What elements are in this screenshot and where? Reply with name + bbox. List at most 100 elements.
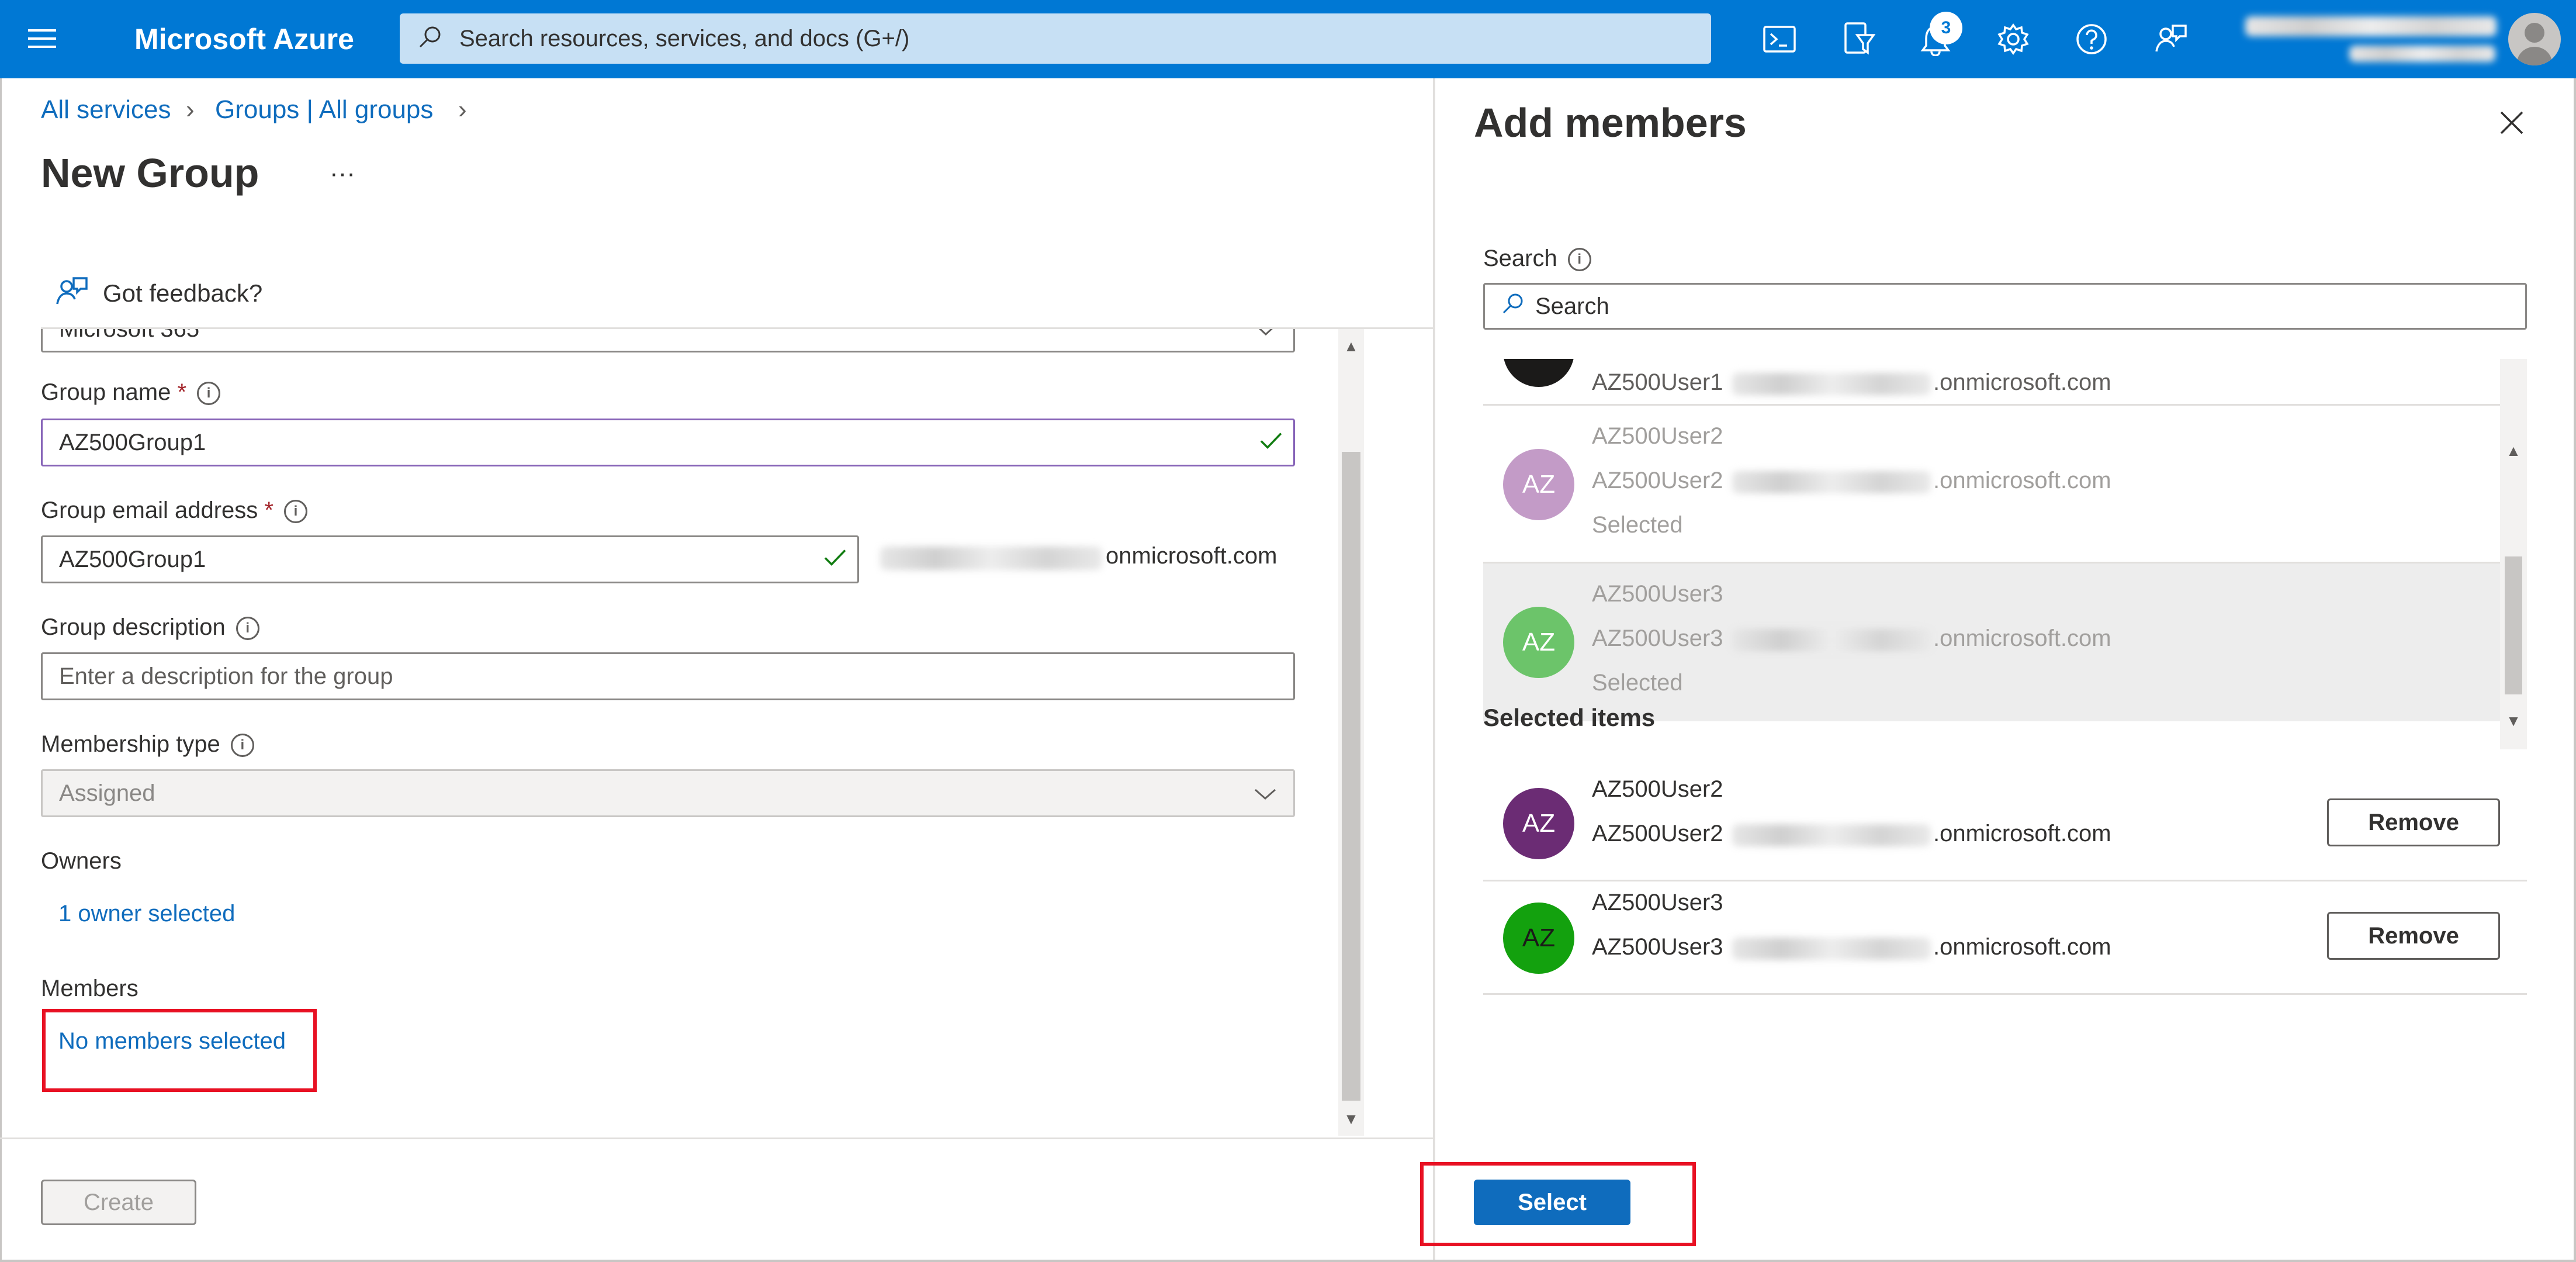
- user-email-domain: .onmicrosoft.com: [1933, 369, 2111, 395]
- notification-badge: 3: [1930, 12, 1962, 44]
- valid-check-icon: [1259, 430, 1283, 456]
- info-icon: i: [284, 500, 307, 524]
- bottom-border: [0, 1260, 2576, 1262]
- members-label: Members: [41, 976, 139, 1001]
- search-icon: [417, 25, 443, 53]
- user-name: AZ500User3: [1592, 581, 1723, 607]
- scroll-thumb[interactable]: [1342, 452, 1360, 1101]
- avatar: [1503, 359, 1574, 387]
- breadcrumb-separator-icon: ›: [458, 95, 467, 124]
- chevron-down-icon: [1255, 329, 1277, 343]
- list-item[interactable]: AZ AZ500User3 AZ500User3 .onmicrosoft.co…: [1483, 563, 2500, 721]
- search-label: Search i: [1483, 246, 1591, 272]
- more-options-button[interactable]: ···: [330, 159, 355, 188]
- group-email-input[interactable]: AZ500Group1: [41, 535, 859, 583]
- info-icon: i: [230, 734, 254, 758]
- feedback-icon[interactable]: [54, 275, 89, 312]
- info-icon: i: [197, 382, 221, 406]
- breadcrumb-separator-icon: ›: [186, 95, 195, 124]
- membership-type-dropdown[interactable]: Assigned: [41, 769, 1295, 817]
- avatar: AZ: [1503, 607, 1574, 678]
- page-title: New Group: [41, 150, 259, 196]
- owners-link[interactable]: 1 owner selected: [58, 901, 235, 927]
- membership-type-label: Membership type i: [41, 731, 254, 758]
- add-members-panel: Add members Search i Search AZ500User1 .o…: [1433, 78, 2576, 1262]
- help-icon[interactable]: [2075, 22, 2108, 56]
- owners-label: Owners: [41, 848, 122, 874]
- close-icon[interactable]: [2498, 109, 2526, 140]
- group-description-input[interactable]: Enter a description for the group: [41, 652, 1295, 700]
- select-highlight: [1420, 1162, 1696, 1246]
- selected-status: Selected: [1592, 670, 1683, 696]
- avatar: AZ: [1503, 788, 1574, 859]
- scroll-down-icon[interactable]: ▼: [1338, 1110, 1364, 1128]
- user-email-domain: .onmicrosoft.com: [1933, 625, 2111, 651]
- group-type-value: Microsoft 365: [59, 329, 199, 343]
- remove-user2-button[interactable]: Remove: [2327, 798, 2500, 846]
- list-item[interactable]: AZ AZ500User2 AZ500User2 .onmicrosoft.co…: [1483, 406, 2500, 563]
- panel-title: Add members: [1474, 100, 1747, 146]
- user-email-domain: .onmicrosoft.com: [1933, 934, 2111, 960]
- results-scrollbar[interactable]: ▲ ▼: [2500, 359, 2527, 749]
- scroll-up-icon[interactable]: ▲: [1338, 337, 1364, 355]
- scroll-thumb[interactable]: [2505, 556, 2522, 694]
- email-blurred: [1732, 471, 1931, 493]
- members-highlight: [42, 1009, 317, 1092]
- top-bar: Microsoft Azure Search resources, servic…: [0, 0, 2576, 78]
- remove-user3-button[interactable]: Remove: [2327, 912, 2500, 960]
- info-icon: i: [236, 617, 259, 641]
- global-search[interactable]: Search resources, services, and docs (G+…: [400, 13, 1711, 64]
- selected-items-title: Selected items: [1483, 704, 1656, 731]
- group-type-dropdown[interactable]: Microsoft 365: [41, 329, 1295, 352]
- search-icon: [1501, 292, 1525, 321]
- group-name-label: Group name * i: [41, 379, 221, 406]
- info-icon: i: [1567, 248, 1591, 272]
- group-name-input[interactable]: AZ500Group1: [41, 419, 1295, 466]
- user-email-prefix: AZ500User3: [1592, 934, 1723, 960]
- group-email-label: Group email address * i: [41, 497, 307, 524]
- user-email-prefix: AZ500User1: [1592, 369, 1723, 395]
- results-list: AZ500User1 .onmicrosoft.com AZ AZ500User…: [1483, 359, 2500, 749]
- user-email-prefix: AZ500User3: [1592, 625, 1723, 651]
- scroll-up-icon[interactable]: ▲: [2500, 442, 2527, 460]
- avatar: AZ: [1503, 449, 1574, 520]
- email-blurred: [1732, 824, 1931, 846]
- user-email-domain: .onmicrosoft.com: [1933, 821, 2111, 846]
- user-name: AZ500User2: [1592, 776, 1723, 802]
- chevron-down-icon: [1254, 780, 1277, 807]
- breadcrumb-all-services[interactable]: All services: [41, 95, 171, 125]
- email-blurred: [1732, 373, 1931, 395]
- email-domain-blurred: [880, 547, 1102, 570]
- email-blurred: [1732, 629, 1931, 651]
- user-email-prefix: AZ500User2: [1592, 821, 1723, 846]
- brand-title[interactable]: Microsoft Azure: [134, 22, 354, 56]
- avatar: AZ: [1503, 903, 1574, 974]
- search-placeholder: Search resources, services, and docs (G+…: [459, 25, 910, 51]
- user-name: AZ500User3: [1592, 890, 1723, 915]
- directory-filter-icon[interactable]: [1842, 21, 1876, 57]
- gear-icon[interactable]: [1996, 22, 2030, 56]
- create-button[interactable]: Create: [41, 1180, 196, 1225]
- selected-item: AZ AZ500User2 AZ500User2 .onmicrosoft.co…: [1483, 768, 2527, 881]
- list-item[interactable]: AZ500User1 .onmicrosoft.com: [1483, 359, 2500, 406]
- user-email-domain: .onmicrosoft.com: [1933, 468, 2111, 493]
- selected-item: AZ AZ500User3 AZ500User3 .onmicrosoft.co…: [1483, 881, 2527, 995]
- feedback-icon[interactable]: [2153, 22, 2188, 56]
- member-search-input[interactable]: Search: [1483, 283, 2527, 330]
- avatar-icon[interactable]: [2508, 13, 2561, 65]
- form-scrollbar[interactable]: ▲ ▼: [1338, 329, 1364, 1136]
- account-name-blurred[interactable]: [2245, 16, 2497, 36]
- email-blurred: [1732, 938, 1931, 960]
- user-name: AZ500User2: [1592, 423, 1723, 449]
- scroll-down-icon[interactable]: ▼: [2500, 712, 2527, 730]
- got-feedback-link[interactable]: Got feedback?: [103, 279, 262, 307]
- menu-icon[interactable]: [26, 23, 61, 55]
- right-border: [2574, 78, 2576, 1262]
- user-email-prefix: AZ500User2: [1592, 468, 1723, 493]
- breadcrumb-groups[interactable]: Groups | All groups: [215, 95, 433, 125]
- selected-status: Selected: [1592, 512, 1683, 538]
- email-domain-suffix: onmicrosoft.com: [1106, 543, 1277, 569]
- cloud-shell-icon[interactable]: [1763, 23, 1796, 55]
- group-description-label: Group description i: [41, 614, 259, 641]
- valid-check-icon: [823, 547, 847, 573]
